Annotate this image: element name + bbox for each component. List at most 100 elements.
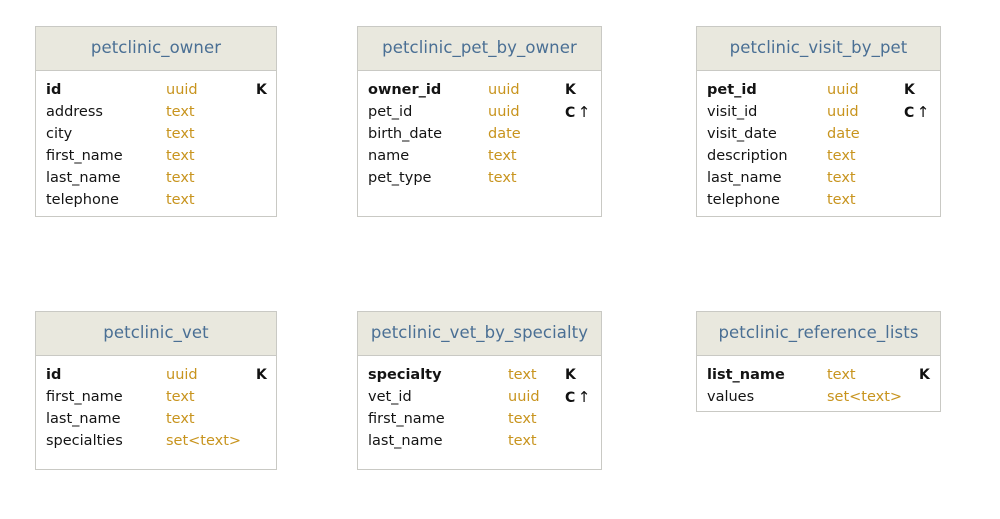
column-type: text [827,145,856,167]
column-name: last_name [46,408,121,430]
table-title: petclinic_owner [91,40,221,57]
table-row[interactable]: address text [46,101,268,123]
column-name: last_name [368,430,443,452]
table-row[interactable]: first_name text [46,145,268,167]
column-type: text [166,386,195,408]
column-type: text [508,408,537,430]
table-row[interactable]: description text [707,145,932,167]
column-name: first_name [46,386,123,408]
column-name: id [46,79,61,101]
table-row[interactable]: specialtiesset<text> [46,430,268,452]
column-name: last_name [46,167,121,189]
column-name: description [707,145,788,167]
table-row[interactable]: last_nametext [46,408,268,430]
table-row[interactable]: last_name text [46,167,268,189]
table-column-list: list_nametextKvaluesset<text> [697,356,940,408]
column-name: birth_date [368,123,442,145]
table-column-list: id uuid Kfirst_name textlast_nametextspecia… [36,356,276,452]
partition-key-marker: K [565,79,576,101]
schema-diagram-canvas: petclinic_ownerid uuid Kaddress text city tex… [0,0,1000,519]
column-name: first_name [368,408,445,430]
column-type: text [166,123,195,145]
table-row[interactable]: city text [46,123,268,145]
column-type: uuid [508,386,540,408]
table-row[interactable]: birth_date date [368,123,593,145]
table-row[interactable]: owner_id uuid K [368,79,593,101]
clustering-order-asc-icon: ↑ [576,388,591,406]
column-type: text [508,364,537,386]
column-type: text [166,101,195,123]
column-name: visit_id [707,101,757,123]
entity-table-petclinic-vet[interactable]: petclinic_vetiduuidKfirst_nametextlast_n… [35,311,277,470]
column-name: id [46,364,61,386]
table-row[interactable]: specialtytextK [368,364,593,386]
column-type: text [166,145,195,167]
column-type: text [827,189,856,211]
partition-key-marker: K [904,79,915,101]
partition-key-marker: K [256,364,267,386]
column-name: telephone [46,189,119,211]
table-row[interactable]: first_name text [46,386,268,408]
column-name: last_name [707,167,782,189]
table-row[interactable]: last_name text [707,167,932,189]
table-header: petclinic_vet_by_specialty [358,312,601,356]
entity-table-petclinic-visit-by-pet[interactable]: petclinic_visit_by_pet pet_iduuidKvisit_i… [696,26,941,217]
column-type: uuid [166,79,198,101]
table-row[interactable]: id uuid K [46,364,268,386]
column-name: pet_type [368,167,431,189]
column-type: uuid [488,79,520,101]
column-name: address [46,101,103,123]
table-row[interactable]: vet_iduuidC↑ [368,386,593,408]
table-row[interactable]: pet_id uuid C↑ [368,101,593,123]
column-name: visit_date [707,123,777,145]
partition-key-marker: K [565,364,576,386]
column-type: date [488,123,521,145]
entity-table-petclinic-vet-by-specialty[interactable]: petclinic_vet_by_specialtyspecialtytextK… [357,311,602,470]
column-name: city [46,123,72,145]
table-row[interactable]: list_nametextK [707,364,932,386]
table-row[interactable]: last_nametext [368,430,593,452]
key-letter: K [904,82,915,98]
column-type: uuid [488,101,520,123]
column-name: owner_id [368,79,441,101]
clustering-order-asc-icon: ↑ [576,103,591,121]
table-column-list: specialtytextKvet_iduuidC↑first_nametext… [358,356,601,452]
column-name: pet_id [368,101,412,123]
column-type: uuid [166,364,198,386]
table-column-list: iduuidKaddresstextcitytextfirst_nametext… [36,71,276,211]
column-type: text [488,145,517,167]
table-row[interactable]: pet_typetext [368,167,593,189]
table-row[interactable]: valuesset<text> [707,386,932,408]
entity-table-petclinic-reference-lists[interactable]: petclinic_reference_listslist_nametextKv… [696,311,941,412]
key-letter: K [256,82,267,98]
key-letter: K [565,82,576,98]
table-title: petclinic_pet_by_owner [382,40,577,57]
table-header: petclinic_owner [36,27,276,71]
table-header: petclinic_visit_by_pet [697,27,940,71]
table-row[interactable]: telephonetext [46,189,268,211]
entity-table-petclinic-owner[interactable]: petclinic_ownerid uuid Kaddress text city tex… [35,26,277,217]
column-name: first_name [46,145,123,167]
column-type: set<text> [827,386,902,408]
column-type: text [827,167,856,189]
column-name: vet_id [368,386,412,408]
column-type: text [827,364,856,386]
table-row[interactable]: id uuid K [46,79,268,101]
table-title: petclinic_visit_by_pet [730,40,908,57]
table-row[interactable]: pet_iduuidK [707,79,932,101]
column-type: text [166,167,195,189]
key-letter: K [919,367,930,383]
table-title: petclinic_vet [103,325,208,342]
entity-table-petclinic-pet-by-owner[interactable]: petclinic_pet_by_ownerowner_iduuidKpet_i… [357,26,602,217]
table-row[interactable]: telephonetext [707,189,932,211]
key-letter: C [904,105,915,121]
clustering-key-marker: C↑ [565,101,591,124]
column-type: uuid [827,101,859,123]
column-name: name [368,145,409,167]
table-row[interactable]: visit_datedate [707,123,932,145]
table-column-list: owner_iduuidKpet_iduuidC↑birth_datedaten… [358,71,601,189]
table-title: petclinic_vet_by_specialty [371,325,588,342]
table-row[interactable]: first_name text [368,408,593,430]
table-row[interactable]: visit_iduuidC↑ [707,101,932,123]
table-row[interactable]: name text [368,145,593,167]
